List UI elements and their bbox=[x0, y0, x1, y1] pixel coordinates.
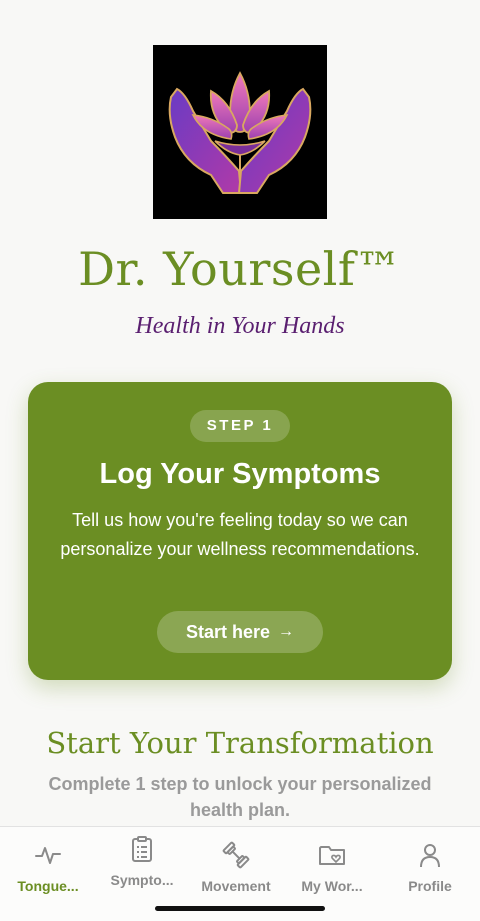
lotus-hands-icon bbox=[168, 71, 312, 194]
tab-label: My Wor... bbox=[301, 878, 363, 894]
folder-heart-icon bbox=[318, 841, 346, 869]
pulse-icon bbox=[34, 841, 62, 869]
app-title: Dr. Yourself™ bbox=[78, 242, 402, 296]
step-card: STEP 1 Log Your Symptoms Tell us how you… bbox=[28, 382, 452, 680]
clipboard-icon bbox=[128, 835, 156, 863]
tab-label: Profile bbox=[408, 878, 452, 894]
step-badge: STEP 1 bbox=[190, 410, 290, 442]
app-tagline: Health in Your Hands bbox=[135, 313, 345, 339]
step-card-description: Tell us how you're feeling today so we c… bbox=[60, 510, 420, 559]
tab-tongue[interactable]: Tongue... bbox=[0, 827, 96, 907]
tab-label: Tongue... bbox=[17, 878, 79, 894]
tab-label: Movement bbox=[201, 878, 271, 894]
step-card-title: Log Your Symptoms bbox=[99, 458, 381, 490]
tab-label: Sympto... bbox=[110, 872, 174, 888]
section-title: Start Your Transformation bbox=[46, 726, 434, 760]
person-icon bbox=[416, 841, 444, 869]
arrow-right-icon: → bbox=[278, 623, 295, 640]
tab-profile[interactable]: Profile bbox=[382, 827, 478, 907]
dumbbell-icon bbox=[222, 841, 250, 869]
tab-symptoms[interactable]: Sympto... bbox=[94, 827, 190, 907]
section-description: Complete 1 step to unlock your personali… bbox=[48, 774, 432, 820]
home-indicator bbox=[155, 906, 325, 911]
tab-movement[interactable]: Movement bbox=[188, 827, 284, 907]
app-logo bbox=[153, 45, 327, 219]
start-here-label: Start here bbox=[185, 622, 271, 642]
start-here-button[interactable]: Start here → bbox=[157, 611, 323, 653]
tab-my-workouts[interactable]: My Wor... bbox=[284, 827, 380, 907]
